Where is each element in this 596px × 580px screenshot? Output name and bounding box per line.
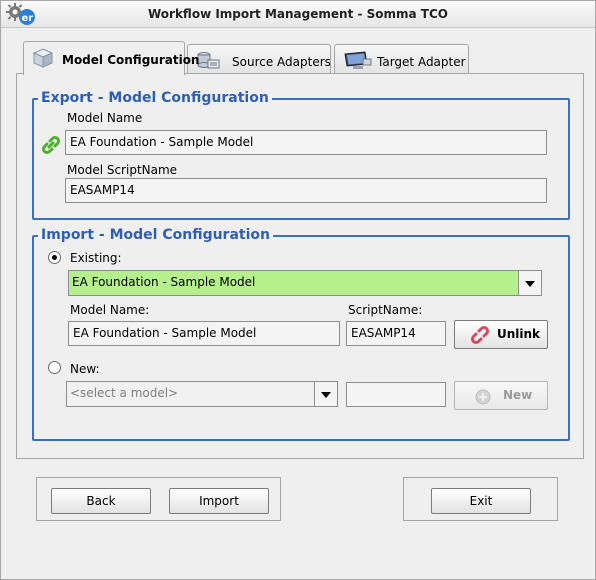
new-button[interactable]: New [454,381,548,410]
unlink-button[interactable]: Unlink [454,320,548,349]
new-button-label: New [503,388,533,402]
monitor-icon [343,51,372,71]
tab-source-adapters[interactable]: Source Adapters [187,44,331,75]
new-radio[interactable] [48,361,61,374]
unlink-button-label: Unlink [497,327,541,341]
navigation-button-group: Back Import [36,477,281,521]
main-window: er Workflow Import Management - Somma TC… [0,0,596,580]
tab-label: Target Adapter [377,55,466,69]
export-group-title: Export - Model Configuration [38,90,272,106]
new-model-select[interactable]: <select a model> [66,381,338,407]
new-script-name-field[interactable] [346,382,446,407]
import-script-name-field[interactable]: EASAMP14 [346,321,446,346]
tab-model-configuration[interactable]: Model Configuration [23,41,199,75]
chevron-down-icon[interactable] [518,271,541,295]
import-model-name-field[interactable]: EA Foundation - Sample Model [68,321,340,346]
existing-model-value: EA Foundation - Sample Model [72,275,256,289]
exit-button-group: Exit [403,477,558,521]
import-group-title: Import - Model Configuration [38,227,273,243]
cube-icon [32,48,54,68]
export-model-name-label: Model Name [67,111,143,125]
tab-label: Model Configuration [62,53,200,67]
unlink-icon [469,324,491,346]
export-model-configuration-group: Export - Model Configuration Model Name … [32,90,570,220]
new-label: New: [70,362,100,376]
existing-model-select[interactable]: EA Foundation - Sample Model [68,270,542,296]
link-icon[interactable] [40,134,62,156]
export-model-name-field[interactable]: EA Foundation - Sample Model [65,130,547,155]
tab-target-adapter[interactable]: Target Adapter [334,44,469,75]
chevron-down-icon[interactable] [314,382,337,406]
tab-label: Source Adapters [232,55,331,69]
existing-label: Existing: [70,251,122,265]
import-button[interactable]: Import [169,488,269,514]
title-bar: er Workflow Import Management - Somma TC… [1,1,595,28]
back-button[interactable]: Back [51,488,151,514]
import-model-configuration-group: Import - Model Configuration Existing: E… [32,227,570,441]
exit-button[interactable]: Exit [431,488,531,514]
new-model-placeholder: <select a model> [70,386,179,400]
import-script-name-label: ScriptName: [348,303,423,317]
model-configuration-panel: Export - Model Configuration Model Name … [16,73,584,459]
plus-circle-icon [475,388,491,405]
existing-radio[interactable] [48,251,61,264]
export-script-name-label: Model ScriptName [67,163,178,177]
window-title: Workflow Import Management - Somma TCO [147,7,449,21]
export-script-name-field[interactable]: EASAMP14 [65,178,547,203]
import-model-name-label: Model Name: [70,303,150,317]
